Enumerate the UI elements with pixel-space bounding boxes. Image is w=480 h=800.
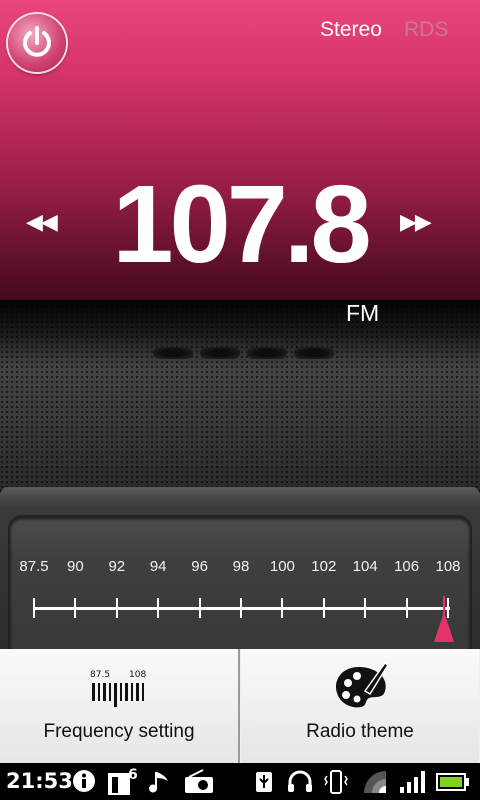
grille-slot: [200, 347, 240, 359]
palette-icon: [335, 661, 390, 708]
status-bar: 21:53 6: [0, 763, 480, 800]
tuning-marker[interactable]: [433, 612, 454, 642]
dial-tick-label: 104: [352, 558, 378, 575]
seek-forward-icon[interactable]: ▶▶: [400, 210, 432, 235]
button-divider: [238, 649, 240, 763]
dial-scale-line: [34, 607, 450, 610]
rds-indicator: RDS: [404, 18, 449, 41]
headset-icon: [288, 770, 312, 792]
frequency-icon-max: 108: [129, 670, 146, 680]
calendar-icon: 6: [108, 767, 138, 795]
radio-icon: [185, 769, 213, 793]
dial-tick-label: 92: [108, 558, 126, 575]
signal-icon: [400, 771, 425, 793]
power-icon: [23, 26, 51, 57]
radio-theme-button[interactable]: Radio theme: [241, 649, 479, 763]
frequency-setting-button[interactable]: 87.5 108 Frequency setting: [0, 649, 238, 763]
frequency-display: 107.8: [112, 163, 371, 286]
wifi-icon: [364, 771, 386, 793]
usb-icon: [256, 772, 272, 792]
frequency-icon: 87.5 108: [90, 670, 146, 707]
seek-back-icon[interactable]: ◀◀: [26, 210, 58, 235]
stereo-indicator: Stereo: [320, 18, 382, 41]
bottom-action-bar: 87.5 108 Frequency setting Radio theme: [0, 649, 480, 763]
vibrate-icon: [324, 770, 348, 794]
battery-icon: [436, 773, 469, 791]
tuning-dial[interactable]: [10, 517, 470, 652]
dial-tick-label: 100: [269, 558, 295, 575]
info-icon: [73, 770, 95, 792]
grille-slot: [153, 347, 193, 359]
radio-theme-label: Radio theme: [306, 721, 414, 742]
power-button[interactable]: [8, 14, 66, 72]
frequency-icon-min: 87.5: [90, 670, 110, 680]
music-note-icon: [149, 772, 168, 793]
dial-tick-label: 94: [149, 558, 167, 575]
dial-tick-label: 106: [394, 558, 420, 575]
dial-tick-label: 102: [311, 558, 337, 575]
calendar-day: 6: [128, 767, 138, 783]
grille-shade: [0, 300, 480, 370]
dial-tick-label: 90: [67, 558, 84, 575]
dial-tick-label: 96: [191, 558, 208, 575]
dial-tick-label: 98: [232, 558, 250, 575]
band-label: FM: [346, 300, 380, 326]
frequency-setting-label: Frequency setting: [43, 721, 195, 742]
grille-slot: [247, 347, 287, 359]
status-clock: 21:53: [6, 769, 73, 793]
dial-tick-label: 108: [435, 558, 461, 575]
grille-slot: [294, 347, 334, 359]
dial-tick-label: 87.5: [19, 558, 49, 575]
